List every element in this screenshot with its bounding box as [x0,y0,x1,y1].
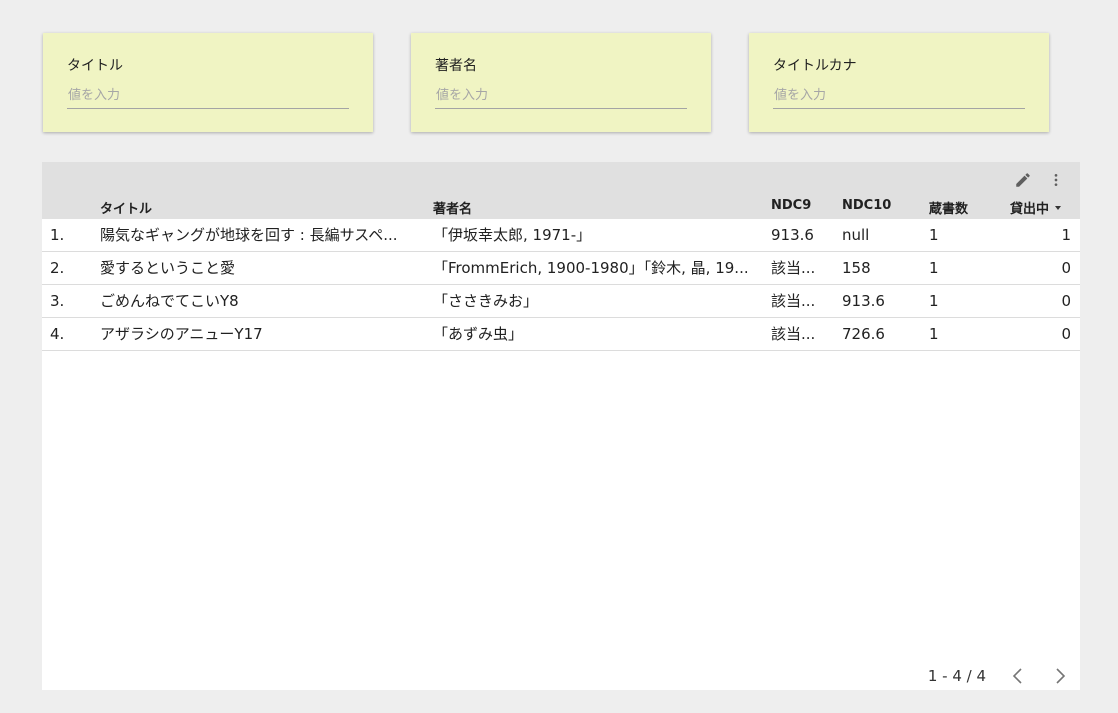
cell-holdings: 1 [929,292,939,310]
column-header-holdings[interactable]: 蔵書数 [929,198,968,217]
filter-title-kana-input[interactable] [773,85,1025,109]
filter-author-label: 著者名 [435,58,477,74]
cell-author: 「伊坂幸太郎, 1971-」 [433,226,592,244]
row-index: 1. [50,226,65,244]
books-table: タイトル 著者名 NDC9 NDC10 蔵書数 貸出中 1. 陽気なギャングが地… [42,162,1080,690]
cell-on-loan: 0 [1061,325,1071,343]
cell-ndc9: 該当... [771,325,816,343]
cell-on-loan: 1 [1061,226,1071,244]
chevron-right-icon[interactable] [1049,665,1071,687]
cell-holdings: 1 [929,226,939,244]
filter-title-kana: タイトルカナ [749,33,1049,132]
cell-ndc10: 913.6 [842,292,885,310]
cell-author: 「ささきみお」 [433,292,539,310]
table-row[interactable]: 3. ごめんねでてこいY8 「ささきみお」 該当... 913.6 1 0 [42,285,1080,318]
table-row[interactable]: 1. 陽気なギャングが地球を回す : 長編サスペ... 「伊坂幸太郎, 1971… [42,219,1080,252]
report-page: タイトル 著者名 タイトルカナ タイトル [0,0,1118,713]
cell-ndc10: 158 [842,259,871,277]
row-index: 4. [50,325,65,343]
column-header-author[interactable]: 著者名 [433,198,472,217]
cell-title: 陽気なギャングが地球を回す : 長編サスペ... [100,226,398,244]
filter-title-kana-label: タイトルカナ [773,58,857,74]
table-row[interactable]: 2. 愛するということ愛 「FrommErich, 1900-1980」「鈴木,… [42,252,1080,285]
cell-title: ごめんねでてこいY8 [100,292,239,310]
cell-holdings: 1 [929,259,939,277]
pagination-range: 1 - 4 / 4 [927,667,986,685]
cell-title: 愛するということ愛 [100,259,236,277]
chevron-left-icon[interactable] [1007,665,1029,687]
filter-author-input[interactable] [435,85,687,109]
cell-ndc9: 該当... [771,259,816,277]
cell-ndc10: 726.6 [842,325,885,343]
more-vert-icon[interactable] [1045,169,1067,191]
row-index: 2. [50,259,65,277]
sort-descending-icon [1055,205,1062,210]
cell-author: 「FrommErich, 1900-1980」「鈴木, 晶, 19... [433,259,749,277]
filter-title-input[interactable] [67,85,349,109]
column-header-title[interactable]: タイトル [100,198,152,217]
cell-title: アザラシのアニューY17 [100,325,263,343]
table-header: タイトル 著者名 NDC9 NDC10 蔵書数 貸出中 [42,162,1080,219]
filter-author: 著者名 [411,33,711,132]
cell-on-loan: 0 [1061,292,1071,310]
cell-ndc9: 該当... [771,292,816,310]
filter-title-label: タイトル [67,58,123,74]
cell-author: 「あずみ虫」 [433,325,524,343]
row-index: 3. [50,292,65,310]
cell-on-loan: 0 [1061,259,1071,277]
cell-ndc9: 913.6 [771,226,814,244]
column-header-ndc10[interactable]: NDC10 [842,198,891,213]
table-row[interactable]: 4. アザラシのアニューY17 「あずみ虫」 該当... 726.6 1 0 [42,318,1080,351]
cell-holdings: 1 [929,325,939,343]
pagination: 1 - 4 / 4 [42,665,1080,687]
column-header-ndc9[interactable]: NDC9 [771,198,811,213]
column-header-on-loan-label: 貸出中 [1010,202,1050,217]
cell-ndc10: null [842,226,870,244]
filter-title: タイトル [43,33,373,132]
pencil-icon[interactable] [1012,169,1034,191]
column-header-on-loan[interactable]: 貸出中 [1010,198,1062,217]
